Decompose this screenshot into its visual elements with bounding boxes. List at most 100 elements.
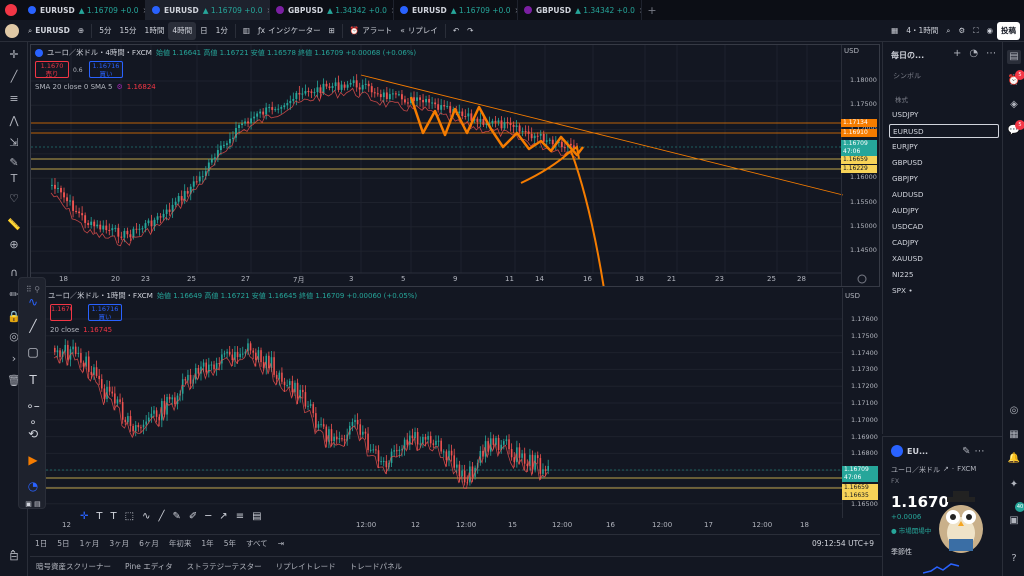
watchlist-icon[interactable]: ▤ <box>1007 50 1021 64</box>
date-range-icon[interactable]: ⇥ <box>273 539 289 548</box>
tab-5[interactable]: GBPUSD▲ 1.34342 +0.0× <box>518 0 642 20</box>
gann-icon[interactable]: ▤ <box>252 511 261 527</box>
watchlist-item-ni225[interactable]: NI225 <box>889 268 999 282</box>
edit-icon[interactable]: ✎ <box>962 446 970 457</box>
fib-icon[interactable]: ≡ <box>236 511 244 527</box>
text-icon[interactable]: T <box>6 172 22 186</box>
redo-icon[interactable]: ↷ <box>463 22 477 40</box>
palette-footer-icon[interactable]: ▣ ▤ <box>25 496 41 512</box>
ideas-icon[interactable]: ✦ <box>1007 478 1021 492</box>
tab-trade-panel[interactable]: トレードパネル <box>350 561 403 572</box>
streams-icon[interactable]: ▣ <box>1007 514 1021 528</box>
rectangle-icon[interactable]: ⬚ <box>125 511 134 527</box>
range-3m[interactable]: 3ヶ月 <box>104 538 134 549</box>
chart-canvas-4h[interactable] <box>31 45 879 286</box>
time-axis-4h[interactable]: 18 20 23 25 27 7月 3 5 9 11 14 16 18 21 23 25 28 <box>31 274 843 286</box>
range-5y[interactable]: 5年 <box>219 538 241 549</box>
search-icon[interactable]: ⌕ <box>942 22 954 40</box>
tab-pine-editor[interactable]: Pine エディタ <box>125 561 173 572</box>
indicators-button[interactable]: ƒx インジケーター <box>254 22 325 40</box>
new-tab-icon[interactable]: + <box>642 4 662 17</box>
watchlist-item-cadjpy[interactable]: CADJPY <box>889 236 999 250</box>
interval-4h[interactable]: 4時間 <box>168 21 197 40</box>
more-icon[interactable]: ⋯ <box>974 446 984 457</box>
brush-icon[interactable]: ✐ <box>189 511 197 527</box>
sell-button[interactable]: 1.1670 <box>50 304 72 321</box>
clock[interactable]: 09:12:54 UTC+9 <box>812 539 880 548</box>
link-icon[interactable]: ↗ <box>943 465 949 475</box>
sell-button[interactable]: 1.1670 売り <box>35 61 69 78</box>
line-tool-icon[interactable]: ╱ <box>25 318 41 334</box>
chart-pane-1h[interactable]: ユーロ／米ドル・1時間・FXCM 始値 1.16649 高値 1.16721 安… <box>30 288 880 529</box>
pattern-icon[interactable]: ⋀ <box>6 114 22 128</box>
rectangle-icon[interactable]: ▢ <box>25 344 41 360</box>
text-icon[interactable]: T <box>25 372 41 388</box>
interval-1m[interactable]: 1分 <box>212 22 232 40</box>
settings-icon[interactable]: ⚙ <box>954 22 969 40</box>
curve-brush-icon[interactable]: ∿ <box>25 294 41 310</box>
ruler-icon[interactable]: 📏 <box>6 218 22 232</box>
watchlist-item-eurusd[interactable]: EURUSD <box>889 124 999 138</box>
layers-icon[interactable]: ◈ <box>1007 98 1021 112</box>
settings-icon[interactable]: ⚙ <box>117 83 123 91</box>
watchlist-title[interactable]: 毎日の... <box>891 50 924 61</box>
pen-icon[interactable]: ✎ <box>172 511 180 527</box>
watchlist-item-gbpjpy[interactable]: GBPJPY <box>889 172 999 186</box>
chart-icon[interactable]: ◔ <box>969 48 978 59</box>
watchlist-item-eurjpy[interactable]: EURJPY <box>889 140 999 154</box>
templates-icon[interactable]: ⊞ <box>325 22 339 40</box>
tab-crypto-screener[interactable]: 暗号資産スクリーナー <box>36 561 111 572</box>
watchlist-item-usdcad[interactable]: USDCAD <box>889 220 999 234</box>
publish-button[interactable]: 投稿 <box>997 21 1020 40</box>
text-icon[interactable]: T <box>96 511 102 527</box>
range-6m[interactable]: 6ヶ月 <box>134 538 164 549</box>
fib-icon[interactable]: ≡ <box>6 92 22 106</box>
seasonality-label[interactable]: 季節性 <box>891 547 912 557</box>
more-icon[interactable]: ⋯ <box>986 48 996 59</box>
range-all[interactable]: すべて <box>241 538 273 549</box>
section-header[interactable]: 株式 <box>895 94 908 104</box>
line-icon[interactable]: ╱ <box>158 511 164 527</box>
avatar[interactable] <box>0 23 24 38</box>
crosshair-icon[interactable]: ✛ <box>6 48 22 62</box>
rotate-icon[interactable]: ⟲ <box>25 426 41 442</box>
alert-button[interactable]: ⏰ アラート <box>346 22 396 40</box>
buy-button[interactable]: 1.16716 買い <box>88 304 122 321</box>
watchlist-item-gbpusd[interactable]: GBPUSD <box>889 156 999 170</box>
tab-1[interactable]: EURUSD▲ 1.16709 +0.0× <box>22 0 146 20</box>
compare-icon[interactable]: ⊕ <box>74 22 88 40</box>
calendar-icon[interactable]: ▦ <box>1007 428 1021 442</box>
bell-icon[interactable]: 🔔 <box>1007 452 1021 466</box>
measure-icon[interactable]: ⇲ <box>6 136 22 150</box>
app-menu-icon[interactable] <box>0 0 22 20</box>
tab-strategy-tester[interactable]: ストラテジーテスター <box>187 561 262 572</box>
layout-icon[interactable]: ▦ <box>887 22 902 40</box>
text-icon[interactable]: T <box>111 511 117 527</box>
chart-canvas-1h[interactable] <box>30 288 880 518</box>
help-icon[interactable]: ? <box>1007 552 1021 566</box>
camera-icon[interactable]: ◉ <box>982 22 997 40</box>
layout-name[interactable]: 4・1時間 <box>902 22 942 40</box>
interval-1d[interactable]: 日 <box>196 22 212 40</box>
watchlist-item-audjpy[interactable]: AUDJPY <box>889 204 999 218</box>
target-icon[interactable]: ◎ <box>1007 404 1021 418</box>
interval-1h[interactable]: 1時間 <box>141 22 169 40</box>
symbol-search[interactable]: ⌕ EURUSD <box>24 22 74 40</box>
add-icon[interactable]: + <box>953 48 961 59</box>
trendline-icon[interactable]: ╱ <box>6 70 22 84</box>
undo-icon[interactable]: ↶ <box>449 22 463 40</box>
range-1d[interactable]: 1日 <box>30 538 52 549</box>
tab-2[interactable]: EURUSD▲ 1.16709 +0.0× <box>146 0 270 20</box>
ray-icon[interactable]: ↗ <box>219 511 227 527</box>
interval-5m[interactable]: 5分 <box>95 22 115 40</box>
replay-button[interactable]: «リプレイ <box>396 22 442 40</box>
watchlist-item-audusd[interactable]: AUDUSD <box>889 188 999 202</box>
watchlist-item-usdjpy[interactable]: USDJPY <box>889 108 999 122</box>
chart-pane-4h[interactable]: ユーロ／米ドル・4時間・FXCM 始値 1.16641 高値 1.16721 安… <box>30 44 880 287</box>
watchlist-item-spx[interactable]: SPX • <box>889 284 999 298</box>
heart-icon[interactable]: ♡ <box>6 192 22 206</box>
horizontal-line-icon[interactable]: ─ <box>205 511 211 527</box>
fullscreen-icon[interactable]: ⛶ <box>969 22 982 40</box>
buy-button[interactable]: 1.16716 買い <box>89 61 123 78</box>
tab-4[interactable]: EURUSD▲ 1.16709 +0.0× <box>394 0 518 20</box>
